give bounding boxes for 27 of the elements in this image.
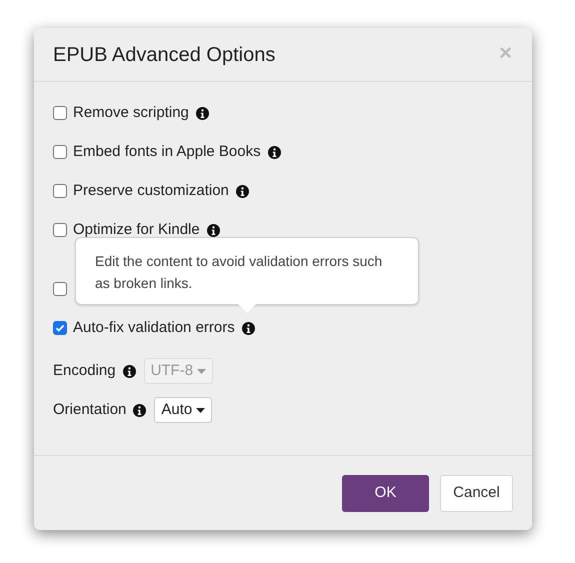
caret-icon <box>196 408 206 412</box>
checkbox[interactable] <box>53 223 67 237</box>
option-label: Preserve customization <box>73 180 229 201</box>
info-icon[interactable] <box>206 224 220 236</box>
tooltip-text: Edit the content to avoid validation errors such as broken links. <box>95 252 384 293</box>
option-label: Auto-fix validation errors <box>73 318 235 338</box>
select-label: Encoding <box>53 360 116 381</box>
checkbox[interactable] <box>53 106 67 120</box>
info-icon[interactable] <box>196 106 209 120</box>
info-icon[interactable] <box>133 404 146 416</box>
checkbox[interactable] <box>53 321 67 335</box>
info-icon[interactable] <box>122 364 136 378</box>
caret-icon <box>197 368 206 374</box>
info-icon[interactable] <box>268 146 281 158</box>
info-icon[interactable] <box>236 184 249 198</box>
checkbox[interactable] <box>53 184 67 198</box>
dropdown[interactable]: Auto <box>154 397 212 423</box>
checkbox[interactable] <box>53 282 67 296</box>
dialog-title: EPUB Advanced Options <box>53 42 276 68</box>
select-label: Orientation <box>53 400 126 420</box>
option-label: Embed fonts in Apple Books <box>73 142 261 162</box>
checkbox[interactable] <box>53 145 67 159</box>
option-label: Remove scripting <box>73 102 189 123</box>
ok-button[interactable]: OK <box>342 474 429 512</box>
info-icon[interactable] <box>242 322 255 334</box>
cancel-button[interactable]: Cancel <box>440 474 513 512</box>
option-label: Optimize for Kindle <box>73 220 200 240</box>
